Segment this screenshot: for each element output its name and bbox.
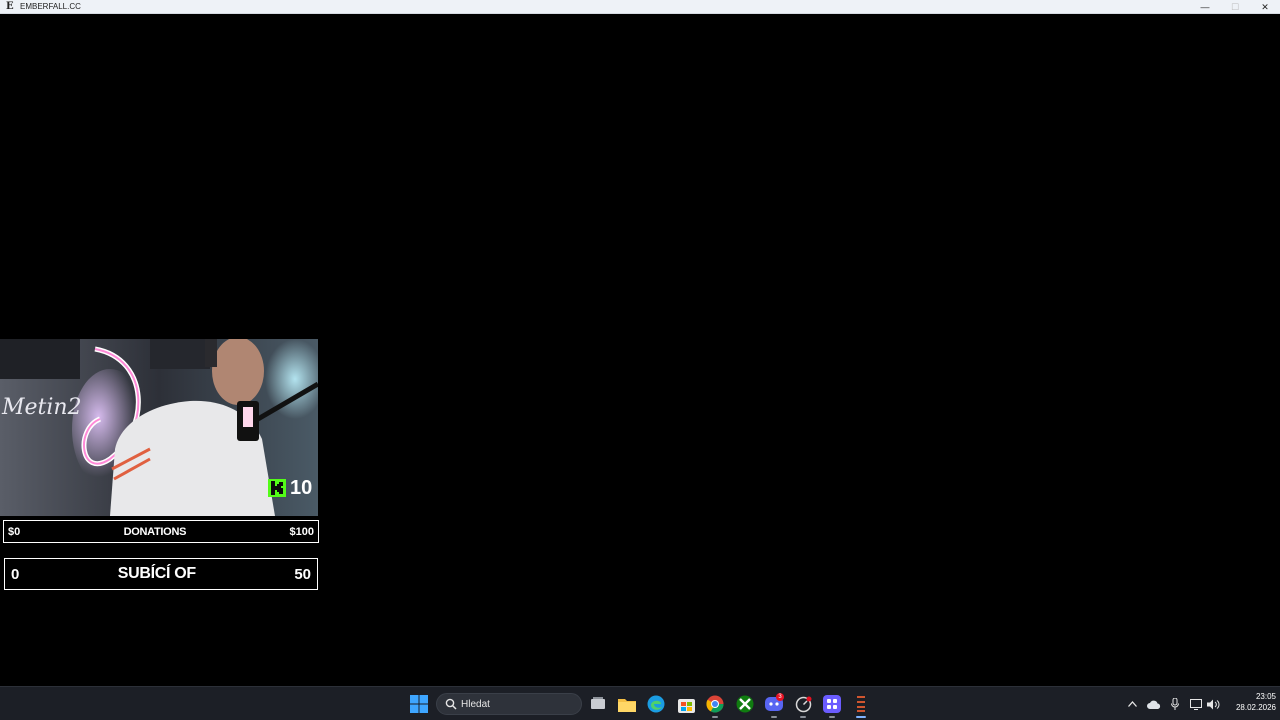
subs-goal-label: SUBÍCÍ OF (117, 565, 197, 582)
minimize-button[interactable]: — (1190, 0, 1220, 14)
subs-goal-bar: 0 SUBÍCÍ OF 50 (4, 558, 318, 590)
clock-date: 28.02.2026 (1235, 703, 1276, 712)
window-title: EMBERFALL.CC (20, 2, 81, 11)
launcher-app-icon[interactable] (822, 694, 842, 714)
volume-icon[interactable] (1206, 694, 1220, 714)
show-hidden-icons-chevron-icon[interactable] (1126, 694, 1138, 714)
donations-goal-target: $100 (289, 525, 314, 538)
cpu-monitor-running-indicator (800, 716, 806, 718)
close-button[interactable]: ✕ (1250, 0, 1280, 14)
neon-sign-text: Metin2 (1, 395, 82, 420)
edge-browser-icon[interactable] (646, 694, 666, 714)
window-title-bar[interactable]: E EMBERFALL.CC — ☐ ✕ (0, 0, 1280, 14)
app-icon: E (6, 1, 14, 12)
search-icon (445, 698, 457, 710)
chrome-running-indicator (712, 716, 718, 718)
file-explorer-icon[interactable] (617, 694, 637, 714)
subs-goal-current: 0 (11, 565, 20, 583)
task-view-icon[interactable] (588, 694, 608, 714)
xbox-icon[interactable] (735, 694, 755, 714)
clock-time: 23:05 (1255, 692, 1276, 701)
launcher-running-indicator (829, 716, 835, 718)
donations-goal-current: $0 (8, 525, 21, 538)
microphone-icon[interactable] (1169, 694, 1181, 714)
onedrive-cloud-icon[interactable] (1146, 694, 1162, 714)
kick-viewer-count: 10 (290, 477, 313, 499)
chrome-icon[interactable] (705, 694, 725, 714)
emberfall-active-indicator (856, 716, 866, 718)
subs-goal-target: 50 (294, 565, 311, 583)
cpu-monitor-icon[interactable] (793, 694, 813, 714)
taskbar: Hledat 3 23:05 28.02.2026 (0, 686, 1280, 720)
donations-goal-bar: $0 DONATIONS $100 (3, 520, 319, 543)
kick-logo-icon (268, 479, 286, 497)
microsoft-store-icon[interactable] (676, 694, 696, 714)
donations-goal-label: DONATIONS (123, 525, 187, 538)
search-placeholder: Hledat (461, 699, 490, 710)
system-clock[interactable]: 23:05 28.02.2026 (1222, 691, 1276, 713)
taskbar-search[interactable]: Hledat (436, 693, 582, 715)
maximize-button[interactable]: ☐ (1220, 0, 1250, 14)
network-display-icon[interactable] (1189, 694, 1203, 714)
emberfall-app-icon[interactable] (851, 694, 871, 714)
discord-running-indicator (771, 716, 777, 718)
discord-notification-badge: 3 (776, 693, 784, 701)
windows-start-icon[interactable] (409, 694, 429, 714)
kick-viewer-badge: 10 (268, 477, 312, 499)
